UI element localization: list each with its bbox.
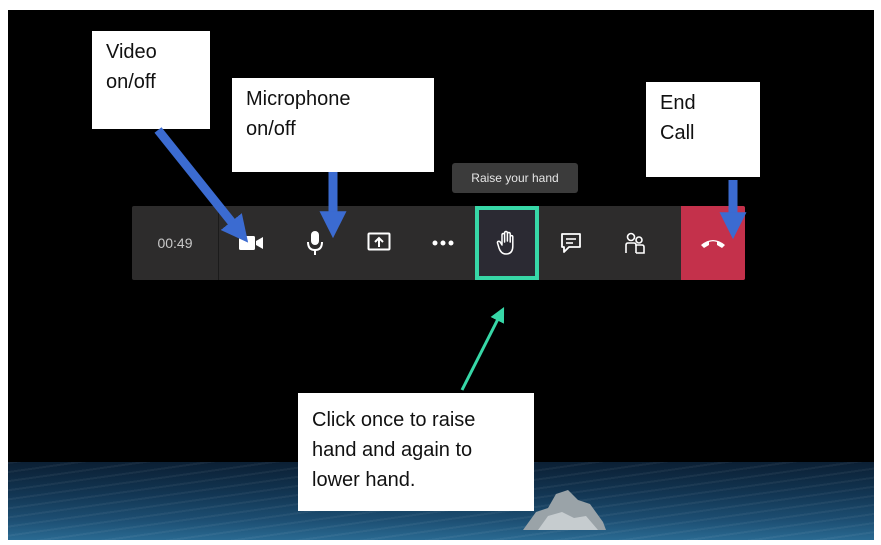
callout-line: End <box>660 92 696 114</box>
more-options-button[interactable] <box>411 206 475 280</box>
callout-line: on/off <box>106 71 156 93</box>
raise-hand-callout: Click once to raise hand and again to lo… <box>298 393 534 511</box>
end-call-button[interactable] <box>681 206 745 280</box>
video-toggle-button[interactable] <box>219 206 283 280</box>
video-camera-icon <box>239 236 263 250</box>
video-callout: Video on/off <box>92 31 210 129</box>
microphone-icon <box>307 231 323 255</box>
end-call-callout: End Call <box>646 82 760 177</box>
raise-hand-tooltip: Raise your hand <box>452 163 578 193</box>
phone-hangup-icon <box>701 240 725 248</box>
participants-icon <box>625 232 645 254</box>
raised-hand-icon <box>496 230 514 255</box>
callout-line: Microphone <box>246 88 351 110</box>
share-screen-icon <box>367 232 391 251</box>
callout-line: hand and again to <box>312 439 473 461</box>
callout-line: Call <box>660 122 695 144</box>
chat-icon <box>561 233 581 253</box>
callout-line: Click once to raise <box>312 409 476 431</box>
meeting-toolbar: 00:49 <box>132 206 745 280</box>
raise-hand-button[interactable] <box>475 206 539 280</box>
microphone-callout: Microphone on/off <box>232 78 434 172</box>
callout-line: lower hand. <box>312 469 416 491</box>
more-options-icon <box>432 240 454 246</box>
callout-line: on/off <box>246 118 296 140</box>
microphone-toggle-button[interactable] <box>283 206 347 280</box>
callout-line: Video <box>106 41 157 63</box>
call-timer: 00:49 <box>132 206 219 280</box>
share-screen-button[interactable] <box>347 206 411 280</box>
chat-button[interactable] <box>539 206 603 280</box>
participants-button[interactable] <box>603 206 667 280</box>
